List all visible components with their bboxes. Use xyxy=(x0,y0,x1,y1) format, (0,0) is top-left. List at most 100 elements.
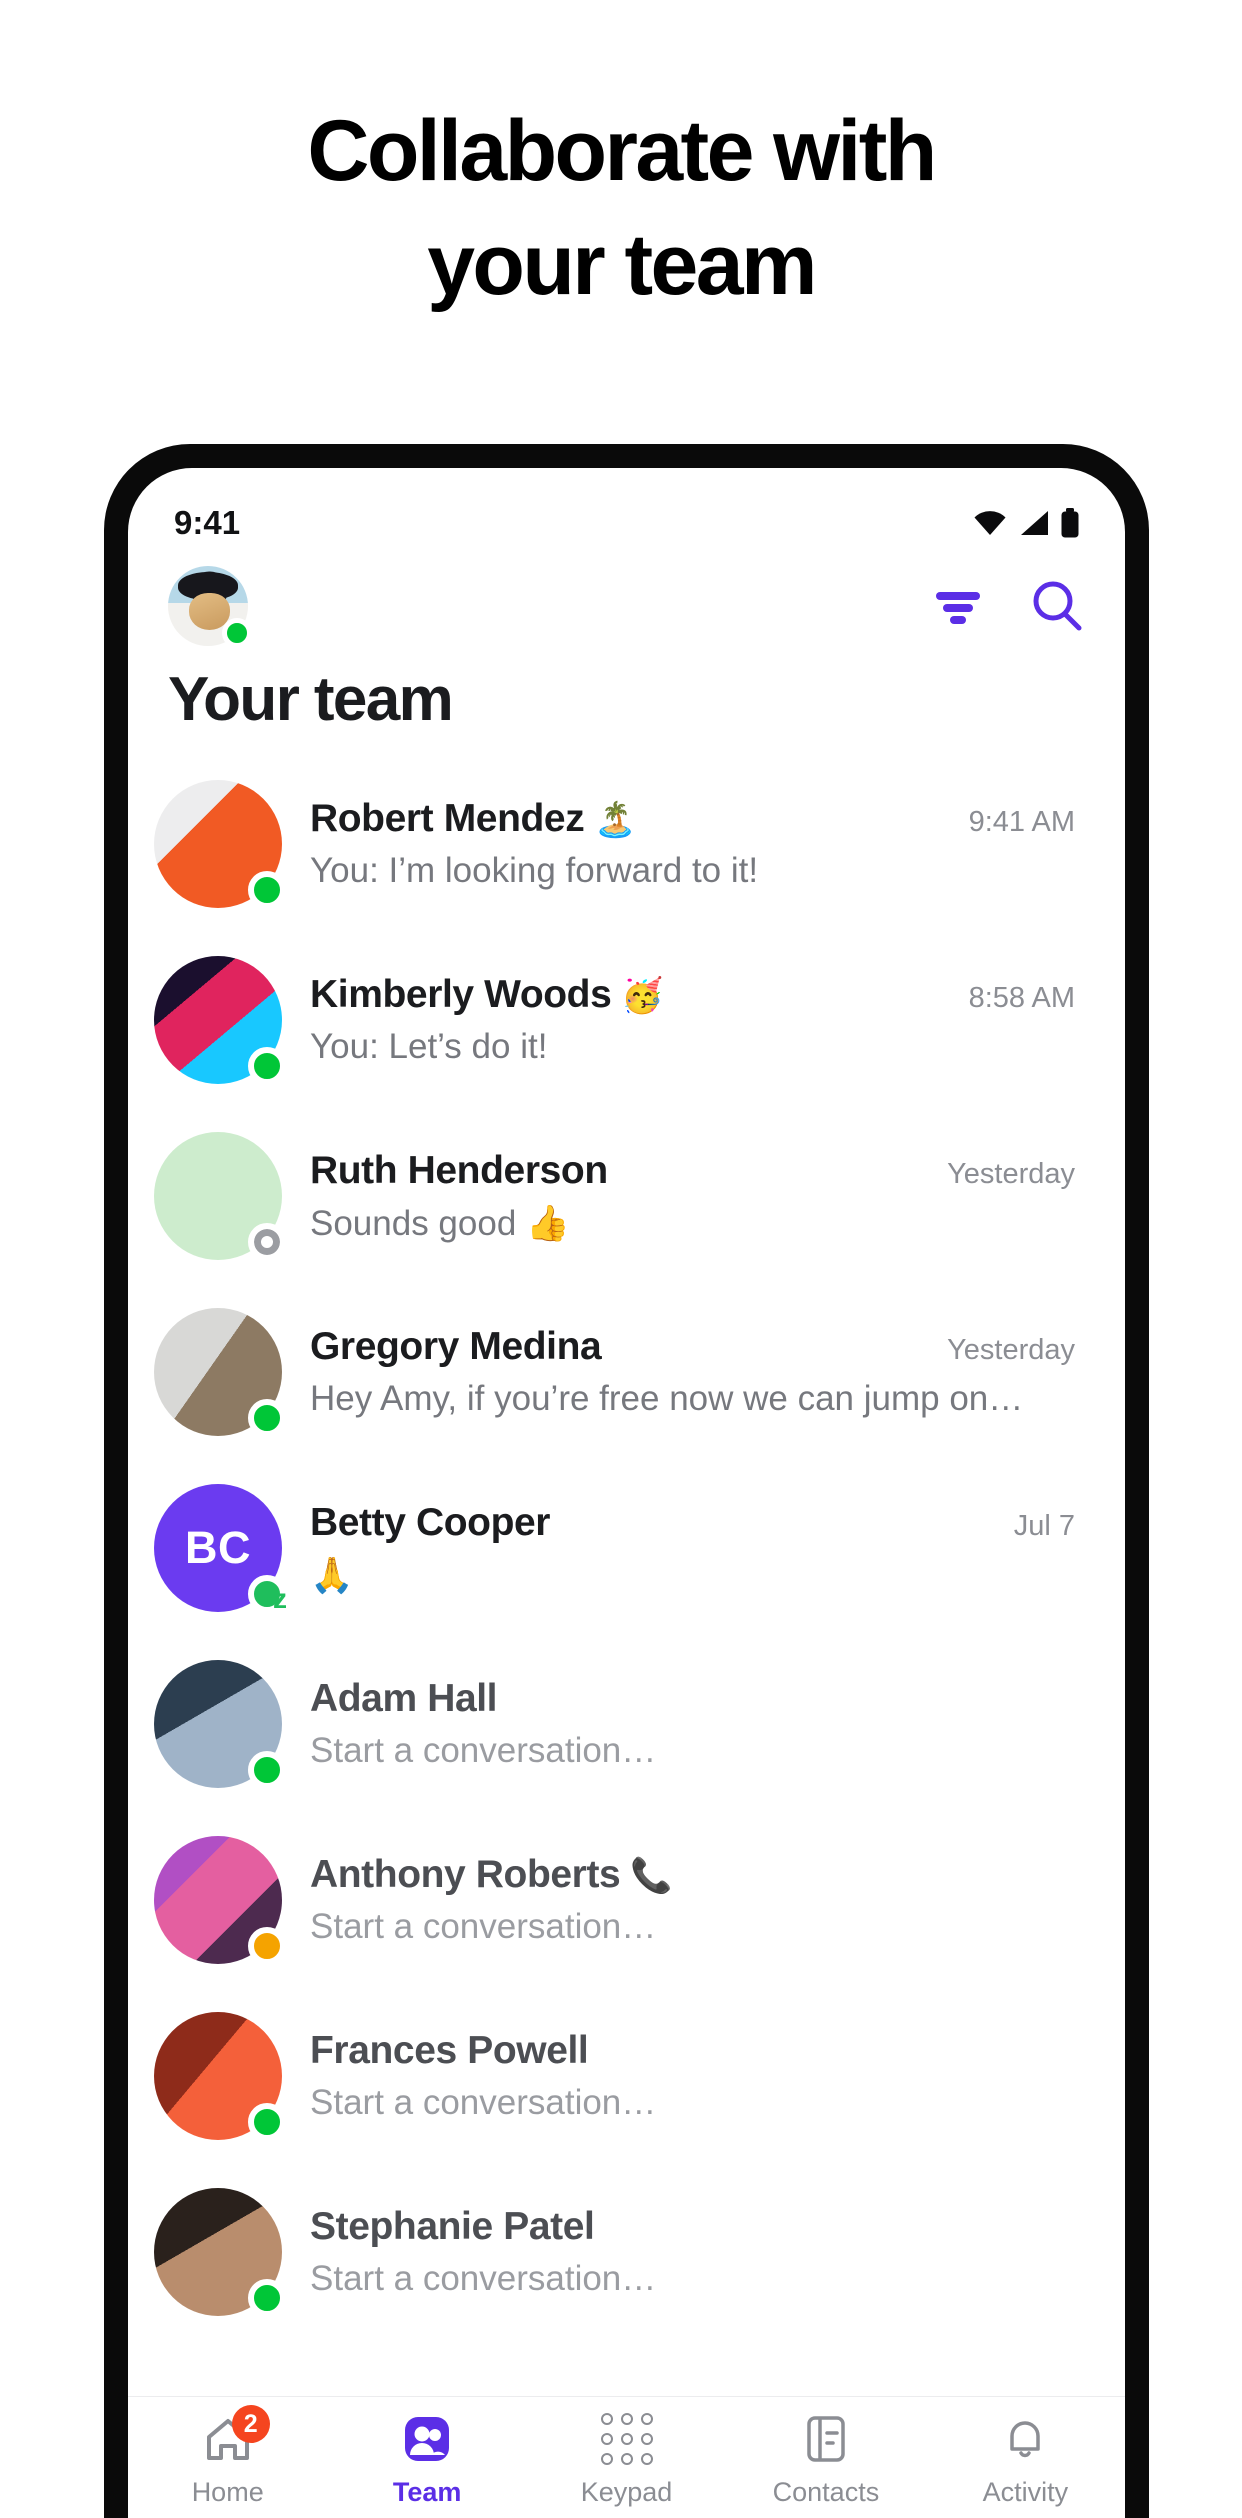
team-icon xyxy=(401,2413,453,2465)
page-title: Your team xyxy=(168,665,454,734)
contacts-icon xyxy=(800,2413,852,2465)
app-header xyxy=(128,560,1125,652)
headline-line-2: your team xyxy=(427,217,817,313)
conversation-top-line: Betty Cooper Jul 7 xyxy=(310,1501,1075,1545)
status-time: 9:41 xyxy=(174,504,241,541)
avatar[interactable] xyxy=(168,566,252,648)
bottom-tab-bar[interactable]: 2 Home Team Keypad Contacts Activity xyxy=(128,2396,1125,2518)
tab-label: Contacts xyxy=(772,2477,880,2507)
presence-indicator-away xyxy=(248,1927,286,1965)
status-icons xyxy=(973,508,1079,538)
home-icon: 2 xyxy=(202,2405,270,2465)
tab-keypad[interactable]: Keypad xyxy=(527,2413,726,2508)
message-snippet: Sounds good 👍 xyxy=(310,1203,570,1243)
conversation-row[interactable]: Adam Hall Start a conversation… xyxy=(128,1636,1125,1812)
contact-name: Kimberly Woods 🥳 xyxy=(310,973,664,1016)
avatar[interactable] xyxy=(154,2012,286,2141)
timestamp: Yesterday xyxy=(947,1157,1075,1190)
my-presence-dot xyxy=(222,618,252,648)
avatar[interactable] xyxy=(154,1308,286,1437)
activity-bell-icon xyxy=(999,2413,1051,2465)
message-snippet: 🙏 xyxy=(310,1555,354,1595)
contact-name: Stephanie Patel xyxy=(310,2205,595,2248)
conversation-row[interactable]: Gregory Medina Yesterday Hey Amy, if you’r… xyxy=(128,1284,1125,1460)
conversation-body: Stephanie Patel Start a conversation… xyxy=(310,2205,1085,2299)
timestamp: Yesterday xyxy=(947,1334,1075,1366)
presence-indicator-online xyxy=(248,871,286,909)
conversation-body: Robert Mendez 🏝️ 9:41 AM You: I’m looking f… xyxy=(310,797,1085,891)
tab-contacts[interactable]: Contacts xyxy=(726,2413,925,2508)
timestamp: 9:41 AM xyxy=(968,806,1075,838)
tab-label: Activity xyxy=(982,2477,1069,2507)
headline-line-1: Collaborate with xyxy=(307,103,937,199)
tab-team[interactable]: Team xyxy=(327,2413,526,2508)
page-headline: Collaborate with your team xyxy=(0,108,1242,308)
tab-label: Keypad xyxy=(580,2477,673,2507)
avatar[interactable] xyxy=(154,2188,286,2317)
avatar[interactable]: BC z xyxy=(154,1484,287,1613)
presence-indicator-online xyxy=(248,1399,286,1437)
timestamp: 8:58 AM xyxy=(968,982,1075,1014)
message-snippet: Start a conversation… xyxy=(310,2083,657,2122)
presence-indicator-offline xyxy=(248,1223,286,1261)
conversation-body: Adam Hall Start a conversation… xyxy=(310,1677,1085,1771)
avatar[interactable] xyxy=(154,1132,286,1261)
message-snippet: You: Let’s do it! xyxy=(310,1027,548,1066)
conversation-row[interactable]: Ruth Henderson Yesterday Sounds good 👍 xyxy=(128,1108,1125,1284)
conversation-body: Ruth Henderson Yesterday Sounds good 👍 xyxy=(310,1149,1085,1244)
presence-indicator-online xyxy=(248,2279,286,2317)
conversation-row[interactable]: Anthony Roberts 📞 Start a conversation… xyxy=(128,1812,1125,1988)
presence-indicator-online xyxy=(248,1751,286,1789)
keypad-icon xyxy=(600,2413,653,2465)
avatar[interactable] xyxy=(154,1836,286,1965)
conversation-top-line: Gregory Medina Yesterday xyxy=(310,1325,1075,1369)
conversation-top-line: Ruth Henderson Yesterday xyxy=(310,1149,1075,1193)
conversation-list[interactable]: Robert Mendez 🏝️ 9:41 AM You: I’m looking f… xyxy=(128,756,1125,2340)
tab-activity[interactable]: Activity xyxy=(926,2413,1125,2508)
conversation-row[interactable]: Frances Powell Start a conversation… xyxy=(128,1988,1125,2164)
contact-name: Ruth Henderson xyxy=(310,1148,608,1192)
tab-label: Team xyxy=(392,2477,462,2507)
avatar[interactable] xyxy=(154,780,286,909)
conversation-body: Betty Cooper Jul 7 🙏 xyxy=(310,1501,1085,1596)
name-status-emoji: 🥳 xyxy=(621,977,664,1015)
status-bar: 9:41 xyxy=(128,468,1125,560)
presence-indicator-online xyxy=(248,1047,286,1085)
search-icon[interactable] xyxy=(1029,578,1085,634)
timestamp: Jul 7 xyxy=(1013,1509,1075,1542)
conversation-top-line: Frances Powell xyxy=(310,2029,1075,2073)
tab-home[interactable]: 2 Home xyxy=(128,2405,327,2508)
name-status-emoji: 📞 xyxy=(630,1857,673,1895)
name-status-emoji: 🏝️ xyxy=(594,801,637,839)
message-snippet: Start a conversation… xyxy=(310,1907,657,1946)
message-snippet: Start a conversation… xyxy=(310,2259,657,2298)
conversation-top-line: Stephanie Patel xyxy=(310,2205,1075,2249)
contact-name: Betty Cooper xyxy=(310,1500,551,1544)
promo-screenshot: Collaborate with your team 9:41 Your tea… xyxy=(0,0,1242,2518)
tab-label: Home xyxy=(191,2477,264,2507)
filter-icon[interactable] xyxy=(933,584,983,628)
snooze-z-icon: z xyxy=(273,1583,287,1614)
contact-name: Frances Powell xyxy=(310,2029,589,2072)
phone-screen: 9:41 Your team Robert Mendez 🏝️ 9:41 AM … xyxy=(128,468,1125,2518)
conversation-row[interactable]: Robert Mendez 🏝️ 9:41 AM You: I’m looking f… xyxy=(128,756,1125,932)
keypad-icon-dots xyxy=(600,2413,653,2465)
conversation-row[interactable]: Stephanie Patel Start a conversation… xyxy=(128,2164,1125,2340)
conversation-row[interactable]: BC z Betty Cooper Jul 7 🙏 xyxy=(128,1460,1125,1636)
wifi-icon xyxy=(974,511,1006,535)
contact-name: Robert Mendez 🏝️ xyxy=(310,797,637,840)
contact-name: Gregory Medina xyxy=(310,1325,602,1368)
conversation-body: Anthony Roberts 📞 Start a conversation… xyxy=(310,1853,1085,1947)
conversation-row[interactable]: Kimberly Woods 🥳 8:58 AM You: Let’s do it! xyxy=(128,932,1125,1108)
contact-name: Adam Hall xyxy=(310,1677,498,1720)
presence-indicator-online xyxy=(248,2103,286,2141)
phone-frame: 9:41 Your team Robert Mendez 🏝️ 9:41 AM … xyxy=(104,444,1149,2518)
message-snippet: Hey Amy, if you’re free now we can jump … xyxy=(310,1379,1024,1418)
conversation-top-line: Robert Mendez 🏝️ 9:41 AM xyxy=(310,797,1075,841)
contact-name: Anthony Roberts 📞 xyxy=(310,1853,673,1896)
avatar[interactable] xyxy=(154,956,286,1085)
avatar[interactable] xyxy=(154,1660,286,1789)
conversation-top-line: Anthony Roberts 📞 xyxy=(310,1853,1075,1897)
battery-icon xyxy=(1061,508,1079,538)
cellular-signal-icon xyxy=(1021,511,1048,535)
